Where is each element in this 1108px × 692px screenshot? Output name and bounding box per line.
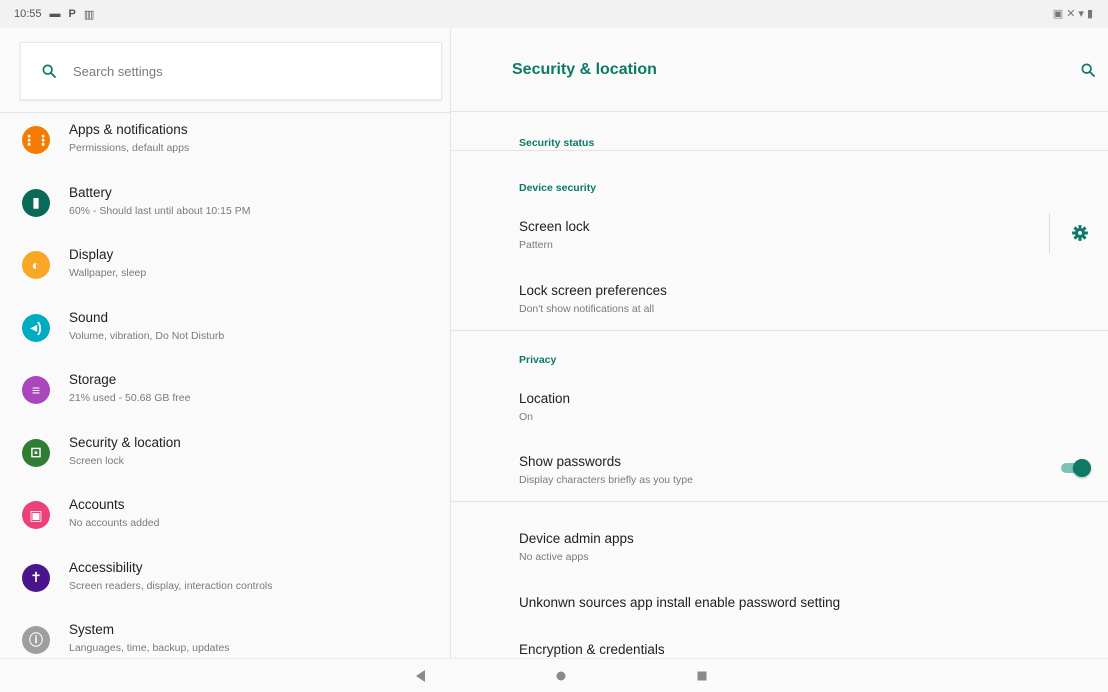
location-title[interactable]: Location bbox=[519, 391, 570, 406]
settings-sidebar: Search settings ⋮⋮ Apps & notifications … bbox=[0, 28, 451, 658]
show-passwords-subtitle: Display characters briefly as you type bbox=[519, 474, 693, 486]
status-icons-right: ▣✕▾▮ bbox=[1053, 7, 1096, 20]
sidebar-item-title: Storage bbox=[69, 372, 117, 387]
volume-icon: ◂) bbox=[22, 313, 50, 342]
page-title: Security & location bbox=[512, 61, 657, 78]
screen-lock-title[interactable]: Screen lock bbox=[519, 219, 590, 234]
accessibility-icon: ✝ bbox=[22, 563, 50, 592]
sidebar-item-subtitle: Screen lock bbox=[69, 454, 124, 467]
show-passwords-toggle[interactable] bbox=[1061, 459, 1091, 477]
sidebar-item-accounts[interactable]: ▣ Accounts No accounts added bbox=[0, 488, 450, 551]
settings-list: ⋮⋮ Apps & notifications Permissions, def… bbox=[0, 112, 450, 658]
status-bar: 10:55 ▬ P ▥ ▣✕▾▮ bbox=[0, 0, 1108, 28]
sidebar-item-title: System bbox=[69, 622, 115, 637]
divider bbox=[451, 501, 1108, 502]
sidebar-item-subtitle: Permissions, default apps bbox=[69, 142, 190, 154]
divider bbox=[451, 111, 1108, 112]
search-icon[interactable] bbox=[41, 63, 57, 79]
sidebar-item-subtitle: No accounts added bbox=[69, 517, 160, 529]
divider bbox=[451, 330, 1108, 331]
sidebar-item-subtitle: Screen readers, display, interaction con… bbox=[69, 579, 273, 592]
sidebar-item-title: Battery bbox=[69, 184, 112, 200]
section-header-security-status[interactable]: Security status bbox=[519, 137, 594, 149]
lock-screen-preferences-title[interactable]: Lock screen preferences bbox=[519, 283, 667, 298]
apps-icon: ⋮⋮ bbox=[22, 126, 50, 154]
sidebar-item-subtitle: 21% used - 50.68 GB free bbox=[69, 392, 191, 404]
screen-lock-subtitle: Pattern bbox=[519, 239, 553, 251]
mute-icon: ✕ bbox=[1066, 8, 1079, 20]
sidebar-item-apps-notifications[interactable]: ⋮⋮ Apps & notifications Permissions, def… bbox=[0, 113, 450, 176]
lock-screen-preferences-subtitle: Don't show notifications at all bbox=[519, 303, 655, 315]
sidebar-item-subtitle: 60% - Should last until about 10:15 PM bbox=[69, 204, 251, 217]
sidebar-item-battery[interactable]: ▮ Battery 60% - Should last until about … bbox=[0, 176, 450, 239]
unknown-sources-title[interactable]: Unkonwn sources app install enable passw… bbox=[519, 595, 840, 610]
section-header-privacy: Privacy bbox=[519, 354, 557, 366]
battery-icon: ▮ bbox=[22, 188, 50, 217]
device-admin-apps-title[interactable]: Device admin apps bbox=[519, 531, 634, 546]
sidebar-item-display[interactable]: ◐ Display Wallpaper, sleep bbox=[0, 238, 450, 301]
navigation-bar bbox=[0, 658, 1108, 692]
sidebar-item-title: Sound bbox=[69, 309, 109, 325]
sidebar-item-sound[interactable]: ◂) Sound Volume, vibration, Do Not Distu… bbox=[0, 301, 450, 364]
sidebar-item-accessibility[interactable]: ✝ Accessibility Screen readers, display,… bbox=[0, 551, 450, 614]
battery-icon: ▮ bbox=[1086, 8, 1096, 20]
toggle-thumb bbox=[1073, 459, 1091, 477]
gear-icon[interactable] bbox=[1071, 224, 1089, 242]
security-detail-pane: Security & location Security status Devi… bbox=[451, 28, 1108, 658]
status-time: 10:55 bbox=[14, 8, 42, 20]
sidebar-item-subtitle: Wallpaper, sleep bbox=[69, 267, 147, 279]
storage-icon: ≡ bbox=[22, 376, 50, 404]
sidebar-item-subtitle: Volume, vibration, Do Not Disturb bbox=[69, 329, 225, 342]
sidebar-item-title: Display bbox=[69, 247, 114, 262]
info-icon: ⓘ bbox=[22, 626, 50, 654]
divider bbox=[451, 150, 1108, 151]
sidebar-item-subtitle: Languages, time, backup, updates bbox=[69, 642, 230, 654]
show-passwords-title[interactable]: Show passwords bbox=[519, 454, 621, 469]
account-icon: ▣ bbox=[22, 501, 50, 529]
sidebar-item-title: Accessibility bbox=[69, 559, 143, 575]
wifi-icon: ▾ bbox=[1078, 8, 1087, 20]
keyboard-icon: ▥ bbox=[83, 8, 95, 21]
sidebar-item-storage[interactable]: ≡ Storage 21% used - 50.68 GB free bbox=[0, 363, 450, 426]
sidebar-item-title: Security & location bbox=[69, 434, 181, 450]
location-subtitle: On bbox=[519, 411, 534, 423]
p-icon: P bbox=[68, 8, 76, 20]
lock-icon: ⊡ bbox=[22, 438, 50, 467]
battery-saver-icon: ▣ bbox=[1052, 8, 1067, 20]
encryption-credentials-title[interactable]: Encryption & credentials bbox=[519, 642, 665, 657]
sidebar-item-title: Apps & notifications bbox=[69, 122, 188, 137]
overview-icon[interactable] bbox=[694, 668, 710, 684]
sidebar-item-system[interactable]: ⓘ System Languages, time, backup, update… bbox=[0, 613, 450, 658]
brightness-icon: ◐ bbox=[22, 251, 50, 279]
search-input[interactable]: Search settings bbox=[73, 64, 163, 79]
divider bbox=[1049, 213, 1050, 253]
back-icon[interactable] bbox=[413, 668, 429, 684]
sidebar-item-title: Accounts bbox=[69, 497, 125, 512]
section-header-device-security: Device security bbox=[519, 182, 597, 194]
device-admin-apps-subtitle: No active apps bbox=[519, 551, 589, 563]
sidebar-item-security-location[interactable]: ⊡ Security & location Screen lock bbox=[0, 426, 450, 489]
search-bar[interactable]: Search settings bbox=[20, 42, 442, 100]
image-icon: ▬ bbox=[49, 8, 61, 20]
home-icon[interactable] bbox=[553, 668, 569, 684]
search-icon[interactable] bbox=[1080, 62, 1096, 78]
